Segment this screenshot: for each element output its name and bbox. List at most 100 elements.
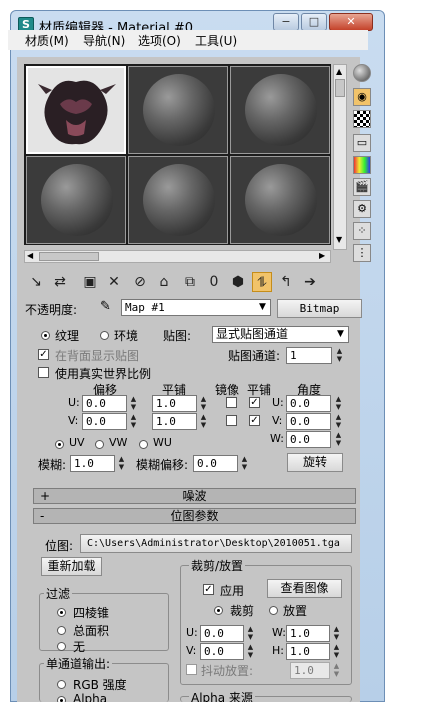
scrollbar-thumb[interactable] [39, 252, 99, 261]
crop-radio[interactable] [214, 606, 223, 615]
scroll-up-icon[interactable]: ▲ [336, 67, 342, 76]
apply-checkbox[interactable]: ✓ [203, 584, 214, 595]
close-button[interactable]: ✕ [329, 13, 373, 31]
scrollbar-thumb[interactable] [335, 79, 345, 97]
mapping-dropdown[interactable]: 显式贴图通道 [212, 326, 349, 343]
select-by-material-icon[interactable]: ⁘ [353, 222, 371, 240]
v-tiling-spinner[interactable]: ▲ ▼ [199, 413, 208, 430]
show-end-result-icon[interactable]: ⥮ [252, 272, 272, 292]
menu-utilities[interactable]: 工具(U) [195, 32, 237, 49]
place-radio[interactable] [269, 606, 278, 615]
sample-type-icon[interactable] [353, 64, 371, 82]
v-angle-field[interactable]: 0.0 [286, 413, 331, 430]
blur-spinner[interactable]: ▲ ▼ [117, 455, 126, 472]
menu-material[interactable]: 材质(M) [25, 32, 69, 49]
bitmap-path-button[interactable]: C:\Users\Administrator\Desktop\2010051.t… [80, 534, 352, 553]
w-angle-field[interactable]: 0.0 [286, 431, 331, 448]
v-tiling-field[interactable]: 1.0 [152, 413, 197, 430]
noise-rollout[interactable]: + 噪波 [33, 488, 356, 504]
crop-w-spinner[interactable]: ▲ ▼ [332, 625, 341, 642]
crop-u-field[interactable]: 0.0 [200, 625, 244, 642]
scroll-left-icon[interactable]: ◀ [27, 251, 33, 260]
sample-slot-6[interactable] [230, 156, 330, 244]
options-icon[interactable]: ⚙ [353, 200, 371, 218]
uv-radio[interactable] [55, 440, 64, 449]
wu-radio[interactable] [139, 440, 148, 449]
crop-w-field[interactable]: 1.0 [286, 625, 330, 642]
slot-horizontal-scrollbar[interactable]: ◀ ▶ [24, 250, 331, 263]
get-material-icon[interactable]: ↘ [26, 272, 46, 292]
filter-none-radio[interactable] [57, 642, 66, 651]
menu-navigation[interactable]: 导航(N) [83, 32, 125, 49]
u-tile-checkbox[interactable]: ✓ [249, 397, 260, 408]
vw-radio[interactable] [95, 440, 104, 449]
v-mirror-checkbox[interactable] [226, 415, 237, 426]
alpha-radio[interactable] [57, 696, 66, 702]
background-checker-icon[interactable] [353, 110, 371, 128]
sample-slot-4[interactable] [26, 156, 126, 244]
map-type-button[interactable]: Bitmap [277, 299, 362, 318]
material-id-channel-icon[interactable]: 0 [204, 272, 224, 292]
v-offset-field[interactable]: 0.0 [82, 413, 127, 430]
rotate-button[interactable]: 旋转 [287, 453, 343, 472]
sample-slot-5[interactable] [128, 156, 228, 244]
reset-map-icon[interactable]: ✕ [104, 272, 124, 292]
slot-vertical-scrollbar[interactable]: ▲ ▼ [333, 64, 347, 250]
crop-u-spinner[interactable]: ▲ ▼ [246, 625, 255, 642]
menu-options[interactable]: 选项(O) [138, 32, 181, 49]
u-tiling-spinner[interactable]: ▲ ▼ [199, 395, 208, 412]
map-channel-field[interactable]: 1 [286, 347, 332, 364]
crop-v-field[interactable]: 0.0 [200, 643, 244, 660]
pick-material-icon[interactable]: ✎ [100, 299, 111, 314]
reload-button[interactable]: 重新加载 [41, 557, 102, 576]
scroll-right-icon[interactable]: ▶ [319, 251, 325, 260]
video-color-check-icon[interactable] [353, 156, 371, 174]
mapping-dropdown-icon[interactable]: ▼ [337, 329, 344, 339]
rgb-intensity-radio[interactable] [57, 680, 66, 689]
v-tile-checkbox[interactable]: ✓ [249, 415, 260, 426]
show-map-in-viewport-icon[interactable]: ⬢ [228, 272, 248, 292]
assign-material-icon[interactable]: ▣ [80, 272, 100, 292]
map-name-field[interactable]: Map #1 [121, 299, 271, 316]
put-to-scene-icon[interactable]: ⇄ [50, 272, 70, 292]
maximize-button[interactable]: □ [301, 13, 327, 31]
show-map-on-back-checkbox[interactable]: ✓ [38, 349, 49, 360]
map-name-dropdown-icon[interactable]: ▼ [259, 302, 266, 312]
real-world-scale-checkbox[interactable] [38, 367, 49, 378]
u-angle-spinner[interactable]: ▲ ▼ [334, 395, 343, 412]
u-offset-spinner[interactable]: ▲ ▼ [129, 395, 138, 412]
material-map-navigator-icon[interactable]: ⋮ [353, 244, 371, 262]
crop-v-spinner[interactable]: ▲ ▼ [246, 643, 255, 660]
u-mirror-checkbox[interactable] [226, 397, 237, 408]
w-angle-spinner[interactable]: ▲ ▼ [334, 431, 343, 448]
sample-slot-1[interactable] [26, 66, 126, 154]
environ-radio[interactable] [100, 331, 109, 340]
sample-slot-3[interactable] [230, 66, 330, 154]
v-offset-spinner[interactable]: ▲ ▼ [129, 413, 138, 430]
view-image-button[interactable]: 查看图像 [267, 579, 342, 598]
map-channel-spinner[interactable]: ▲ ▼ [335, 347, 344, 364]
v-angle-spinner[interactable]: ▲ ▼ [334, 413, 343, 430]
jitter-placement-field[interactable]: 1.0 [290, 662, 330, 679]
make-preview-icon[interactable]: 🎬 [353, 178, 371, 196]
u-offset-field[interactable]: 0.0 [82, 395, 127, 412]
jitter-placement-spinner[interactable]: ▲ ▼ [332, 662, 341, 679]
minimize-button[interactable]: − [273, 13, 299, 31]
sample-slot-2[interactable] [128, 66, 228, 154]
bitmap-params-rollout[interactable]: - 位图参数 [33, 508, 356, 524]
go-to-parent-icon[interactable]: ↰ [276, 272, 296, 292]
blur-field[interactable]: 1.0 [70, 455, 115, 472]
pyramidal-radio[interactable] [57, 608, 66, 617]
crop-h-spinner[interactable]: ▲ ▼ [332, 643, 341, 660]
texture-radio[interactable] [41, 331, 50, 340]
scroll-down-icon[interactable]: ▼ [336, 235, 342, 244]
make-unique-icon[interactable]: ⌂ [154, 272, 174, 292]
summed-area-radio[interactable] [57, 626, 66, 635]
crop-h-field[interactable]: 1.0 [286, 643, 330, 660]
put-to-library-icon[interactable]: ⧉ [180, 272, 200, 292]
u-tiling-field[interactable]: 1.0 [152, 395, 197, 412]
blur-offset-field[interactable]: 0.0 [193, 455, 238, 472]
copy-material-icon[interactable]: ⊘ [130, 272, 150, 292]
u-angle-field[interactable]: 0.0 [286, 395, 331, 412]
jitter-placement-checkbox[interactable] [186, 664, 197, 675]
